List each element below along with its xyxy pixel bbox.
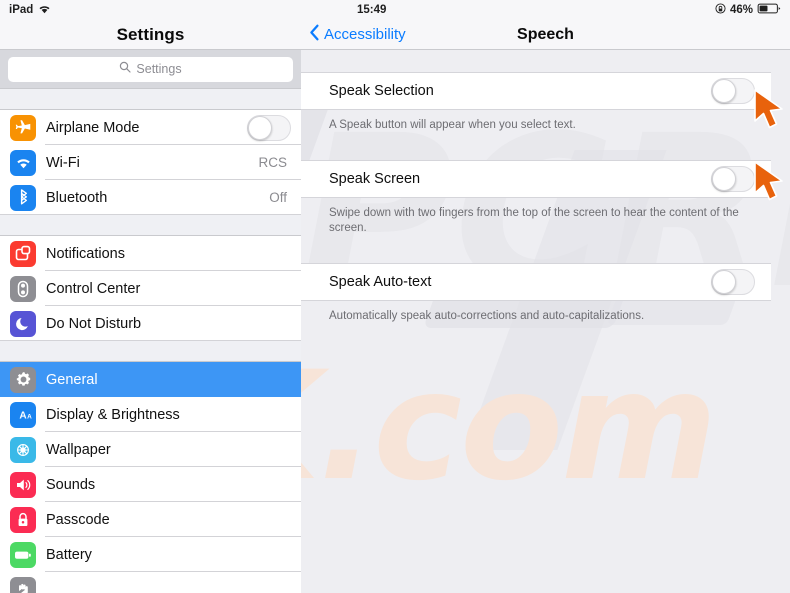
setting-description: Swipe down with two fingers from the top… (329, 206, 739, 235)
setting-description: Automatically speak auto-corrections and… (329, 309, 645, 322)
row-separator (0, 214, 301, 215)
page-title: Speech (517, 25, 574, 43)
wifi-icon (10, 149, 36, 176)
detail-status-bar: 15:49 46% (301, 0, 790, 20)
sidebar-item-label: Wallpaper (46, 441, 111, 458)
airplane-icon (10, 114, 36, 141)
ipad-settings-screen: PCRISK PSK.com iPad Settings (0, 0, 790, 593)
bluetooth-icon (10, 184, 36, 211)
toggle-knob (248, 115, 272, 140)
sidebar-item-display-brightness[interactable]: A A Display & Brightness (0, 397, 301, 432)
battery-percent-label: 46% (729, 4, 753, 16)
device-label: iPad (9, 4, 34, 16)
settings-sidebar: iPad Settings Settings Airplane Mode Wi-… (0, 0, 301, 593)
sidebar-group-system: General A A Display & Brightness Wallpap… (0, 362, 301, 593)
sidebar-item-general[interactable]: General (0, 362, 301, 397)
sidebar-item-label: Wi-Fi (46, 154, 80, 171)
setting-row-speak-screen[interactable]: Speak Screen (301, 159, 771, 198)
lock-icon (10, 506, 36, 533)
sidebar-group-connectivity: Airplane Mode Wi-Fi RCS Bluetooth Off (0, 110, 301, 215)
setting-label: Speak Auto-text (329, 273, 432, 290)
sidebar-item-label: Sounds (46, 476, 96, 493)
battery-icon (757, 3, 782, 17)
setting-row-speak-auto-text[interactable]: Speak Auto-text (301, 262, 771, 301)
row-separator (0, 340, 301, 341)
sidebar-group-gap (0, 341, 301, 362)
sidebar-item-battery[interactable]: Battery (0, 537, 301, 572)
sidebar-item-label: Airplane Mode (46, 119, 140, 136)
toggle-knob (712, 269, 736, 294)
notifications-icon (10, 240, 36, 267)
sidebar-item-bluetooth[interactable]: Bluetooth Off (0, 180, 301, 215)
search-icon (119, 60, 132, 78)
settings-list: Speak Selection A Speak button will appe… (301, 50, 790, 324)
speech-detail-pane: 15:49 46% Accessibility Speech Speak Sel… (301, 0, 790, 593)
sidebar-item-passcode[interactable]: Passcode (0, 502, 301, 537)
setting-label: Speak Screen (329, 170, 421, 187)
sidebar-group-gap (0, 215, 301, 236)
speak-selection-toggle[interactable] (711, 78, 755, 104)
sidebar-item-value: RCS (258, 155, 287, 170)
sidebar-item-sounds[interactable]: Sounds (0, 467, 301, 502)
sidebar-title: Settings (0, 20, 301, 49)
sidebar-item-label: Notifications (46, 245, 125, 262)
search-placeholder: Settings (136, 62, 182, 76)
detail-nav-bar: Accessibility Speech (301, 20, 790, 50)
list-gap (301, 237, 790, 263)
toggle-knob (712, 79, 736, 103)
battery-icon (10, 541, 36, 568)
sidebar-item-notifications[interactable]: Notifications (0, 236, 301, 271)
sidebar-group-gap (0, 88, 301, 110)
svg-text:A: A (27, 413, 32, 420)
sidebar-item-wallpaper[interactable]: Wallpaper (0, 432, 301, 467)
list-gap (301, 134, 790, 160)
toggle-knob (712, 166, 736, 191)
privacy-hand-icon (10, 576, 36, 593)
sidebar-item-airplane-mode[interactable]: Airplane Mode (0, 110, 301, 145)
sidebar-group-alerts: Notifications Control Center Do Not Dist… (0, 236, 301, 341)
moon-icon (10, 310, 36, 337)
rotation-lock-icon (715, 3, 726, 17)
sounds-icon (10, 471, 36, 498)
sidebar-item-label: General (46, 371, 98, 388)
sidebar-item-control-center[interactable]: Control Center (0, 271, 301, 306)
sidebar-status-bar: iPad (0, 0, 301, 20)
airplane-mode-toggle[interactable] (247, 114, 291, 141)
sidebar-item-label: Control Center (46, 280, 141, 297)
setting-label: Speak Selection (329, 83, 434, 99)
speak-auto-text-toggle[interactable] (711, 268, 755, 295)
sidebar-item-wifi[interactable]: Wi-Fi RCS (0, 145, 301, 180)
gear-icon (10, 366, 36, 393)
display-brightness-icon: A A (10, 401, 36, 428)
control-center-icon (10, 275, 36, 302)
sidebar-item-label: Bluetooth (46, 189, 108, 206)
wallpaper-icon (10, 436, 36, 463)
wifi-icon (38, 4, 51, 17)
sidebar-item-label: Passcode (46, 511, 110, 528)
list-top-spacer (301, 50, 790, 72)
sidebar-item-do-not-disturb[interactable]: Do Not Disturb (0, 306, 301, 341)
status-right-cluster: 46% (715, 0, 782, 20)
sidebar-item-label: Do Not Disturb (46, 315, 142, 332)
sidebar-item-label: Battery (46, 546, 92, 563)
setting-description: A Speak button will appear when you sele… (329, 119, 576, 131)
sidebar-item-label: Display & Brightness (46, 406, 180, 423)
svg-text:A: A (19, 410, 27, 421)
speak-screen-toggle[interactable] (711, 165, 755, 192)
search-bar-container: Settings (0, 49, 301, 88)
setting-row-speak-selection[interactable]: Speak Selection (301, 72, 771, 110)
sidebar-item-value: Off (269, 190, 287, 205)
sidebar-item-privacy[interactable] (0, 572, 301, 593)
search-input[interactable]: Settings (8, 56, 293, 82)
